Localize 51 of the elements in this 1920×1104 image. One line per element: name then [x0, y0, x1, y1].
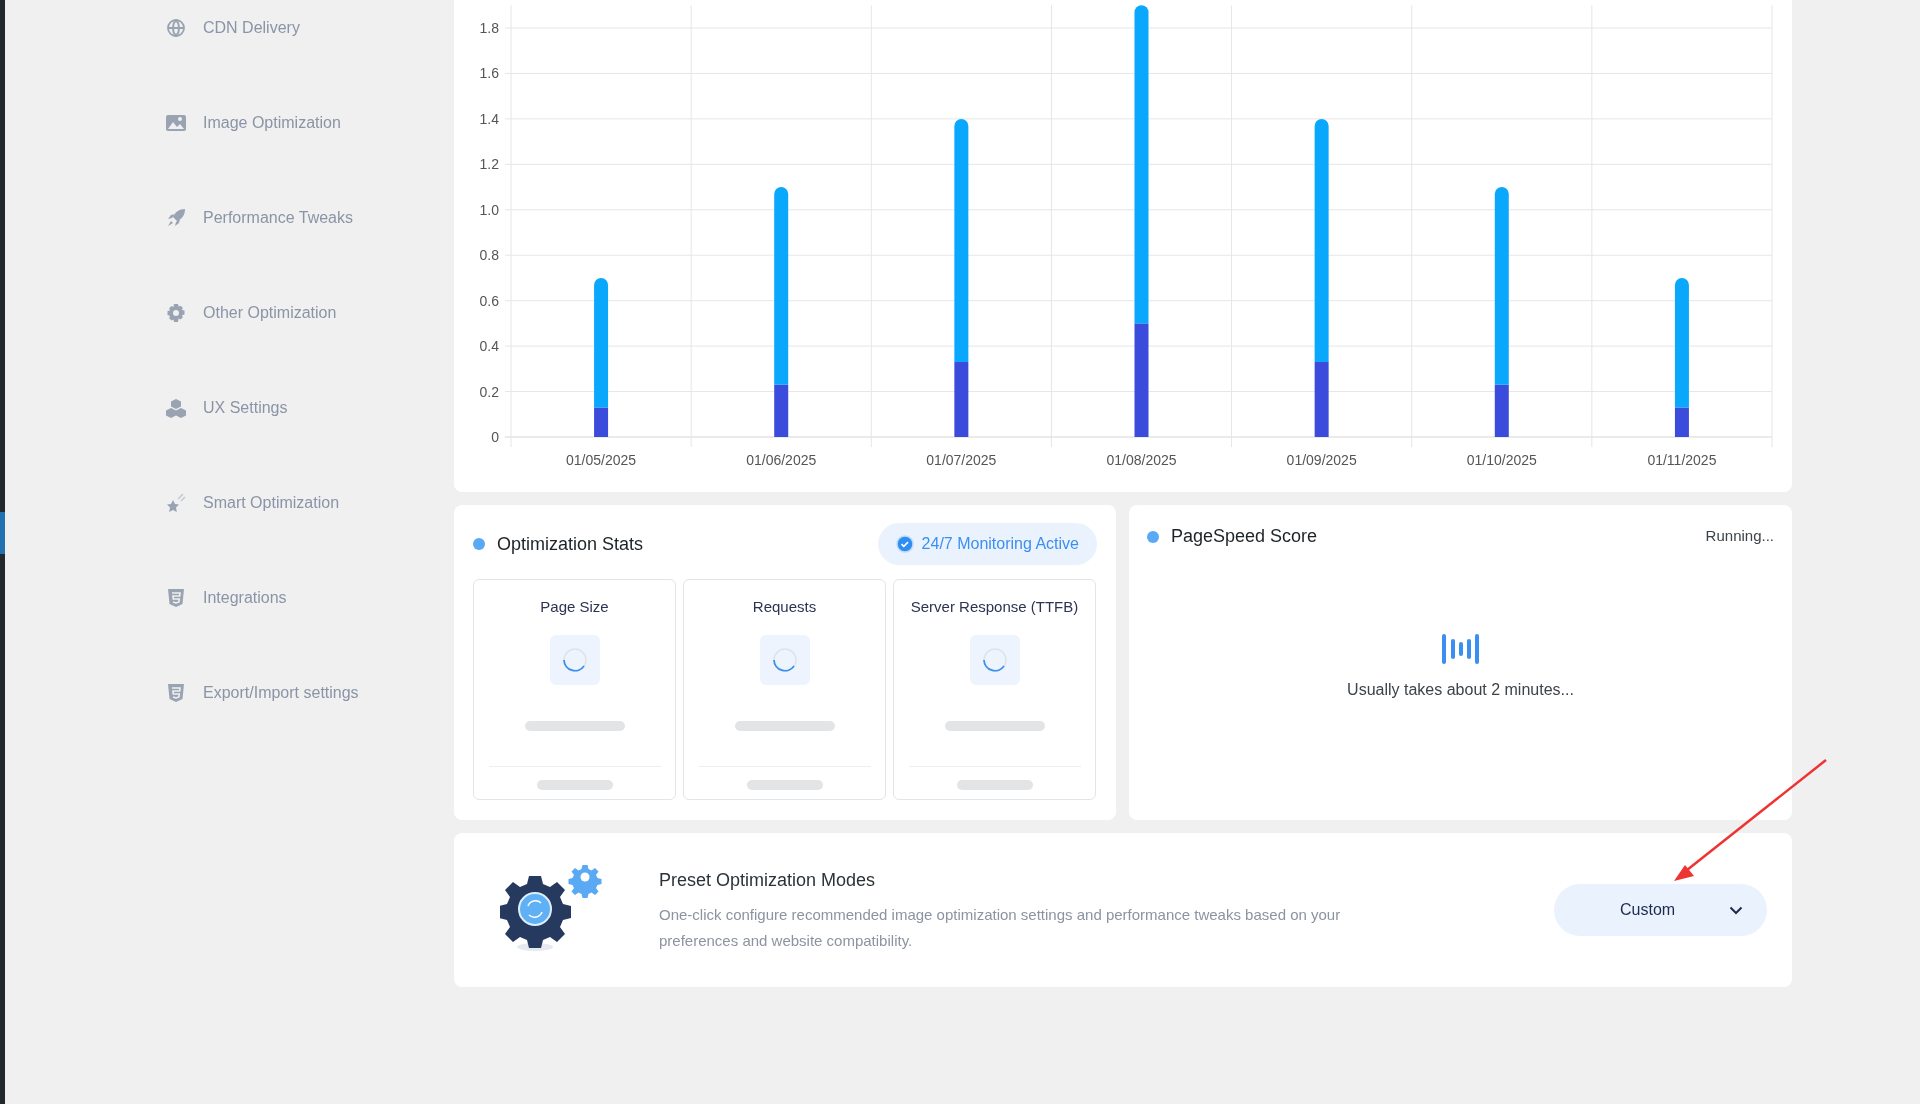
axis-label: 01/06/2025 — [746, 452, 817, 468]
metric-title: Requests — [752, 597, 817, 617]
axis-label: 01/07/2025 — [926, 452, 997, 468]
axis-label: 1.6 — [479, 65, 499, 82]
section-description: One-click configure recommended image optimization settings and performance tweaks based on your preferences and website compatibility. — [659, 904, 1342, 951]
axis-label: 0.4 — [479, 338, 499, 355]
loading-bars-icon — [1441, 634, 1480, 664]
chevron-down-icon — [1729, 905, 1743, 915]
sidebar-item[interactable]: Integrations — [165, 584, 287, 612]
spinner-icon — [549, 634, 600, 685]
cubes-icon — [165, 398, 187, 418]
axis-label: 01/08/2025 — [1106, 452, 1177, 468]
globe-icon — [166, 18, 186, 38]
monitoring-badge: 24/7 Monitoring Active — [877, 523, 1097, 565]
spinner-icon — [759, 634, 810, 685]
sidebar-item[interactable]: UX Settings — [165, 394, 288, 422]
metric-title: Server Response (TTFB) — [910, 597, 1079, 617]
card-title: PageSpeed Score — [1171, 525, 1318, 548]
sidebar-item[interactable]: CDN Delivery — [165, 14, 300, 42]
axis-label: 0 — [491, 429, 499, 445]
sidebar-item[interactable]: Export/Import settings — [165, 679, 359, 707]
collapse-tab[interactable] — [0, 512, 5, 554]
sidebar-item[interactable]: Other Optimization — [165, 299, 337, 327]
sidebar-item[interactable]: Smart Optimization — [165, 489, 340, 517]
metric-title: Page Size — [540, 597, 609, 617]
shooting-star-icon — [166, 493, 186, 513]
loading-message: Usually takes about 2 minutes... — [1347, 680, 1574, 700]
axis-label: 01/11/2025 — [1647, 452, 1717, 468]
sidebar-item[interactable]: Performance Tweaks — [165, 204, 353, 232]
card-title: Optimization Stats — [497, 532, 644, 556]
gear-icon — [166, 303, 186, 323]
spinner-icon — [969, 634, 1020, 685]
axis-label: 1.0 — [479, 201, 499, 218]
axis-label: 01/05/2025 — [566, 452, 637, 468]
mode-select[interactable]: Custom — [1554, 884, 1767, 936]
axis-label: 0.6 — [479, 292, 499, 309]
shield-icon — [167, 683, 185, 703]
axis-label: 01/10/2025 — [1466, 452, 1537, 468]
rocket-icon — [166, 208, 186, 228]
axis-label: 1.2 — [479, 156, 499, 173]
sidebar-item[interactable]: Image Optimization — [165, 109, 341, 137]
axis-label: 01/09/2025 — [1286, 452, 1357, 468]
image-icon — [165, 114, 187, 132]
axis-label: 1.8 — [479, 20, 499, 36]
shield-icon — [167, 588, 185, 608]
status-text: Running... — [1705, 526, 1774, 547]
axis-label: 0.8 — [479, 247, 499, 264]
section-title: Preset Optimization Modes — [659, 868, 877, 892]
check-circle-icon — [895, 535, 914, 553]
axis-label: 0.2 — [479, 383, 499, 400]
axis-label: 1.4 — [479, 110, 499, 127]
